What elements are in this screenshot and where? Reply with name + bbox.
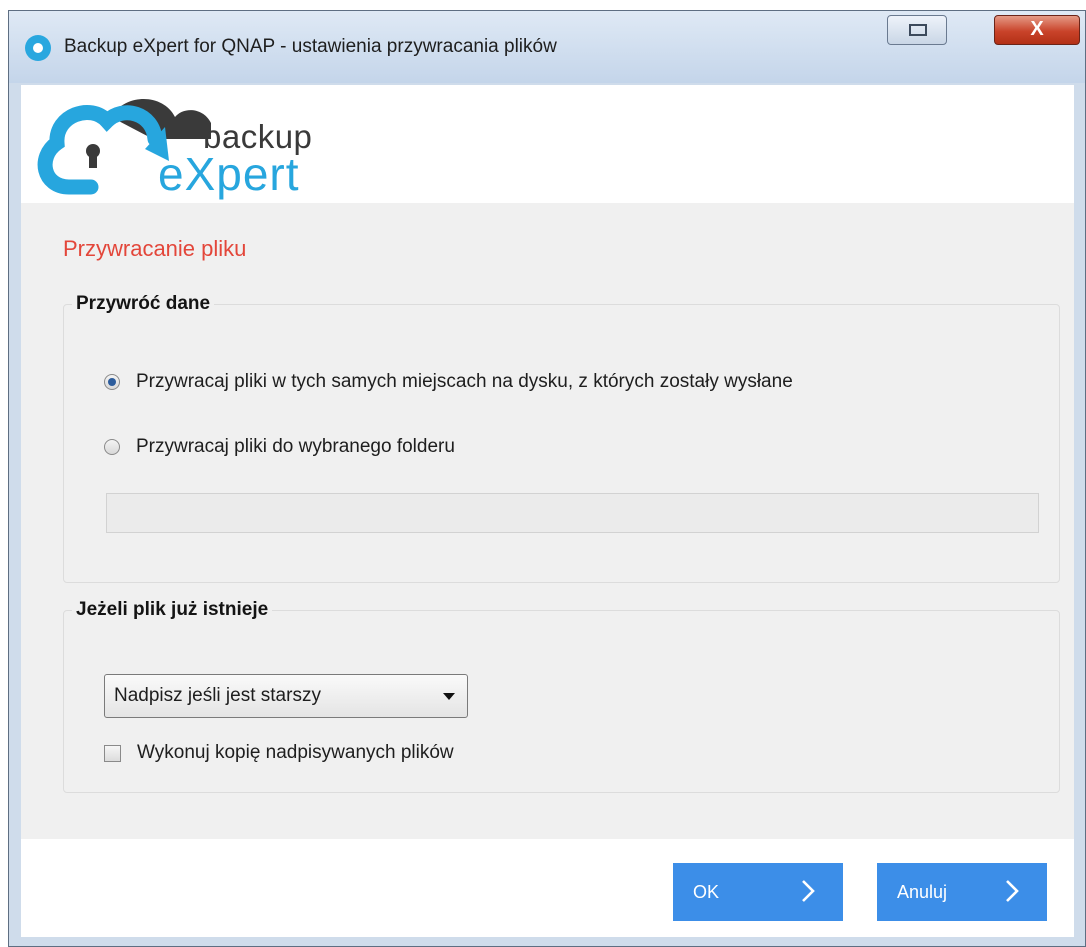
restore-window-icon: [909, 24, 927, 36]
radio-chosen-folder-label[interactable]: Przywracaj pliki do wybranego folderu: [136, 436, 455, 458]
overwrite-mode-select[interactable]: Nadpisz jeśli jest starszy: [104, 674, 468, 718]
restore-data-legend: Przywróć dane: [76, 293, 211, 314]
backup-overwritten-label[interactable]: Wykonuj kopię nadpisywanych plików: [137, 742, 454, 764]
section-title: Przywracanie pliku: [63, 236, 247, 261]
restore-data-group: Przywróć dane Przywracaj pliki w tych sa…: [63, 293, 1060, 583]
cancel-button[interactable]: Anuluj: [877, 863, 1047, 921]
file-exists-legend: Jeżeli plik już istnieje: [76, 599, 269, 620]
radio-same-location-indicator[interactable]: [104, 374, 120, 390]
chevron-right-icon: [1006, 880, 1019, 902]
backup-overwritten-checkbox[interactable]: [104, 744, 121, 762]
logo-header: backup eXpert: [21, 85, 1074, 203]
title-bar[interactable]: Backup eXpert for QNAP - ustawienia przy…: [9, 11, 1085, 83]
logo-text-expert: eXpert: [158, 148, 300, 200]
ok-button[interactable]: OK: [673, 863, 843, 921]
backup-overwritten-checkbox-row[interactable]: Wykonuj kopię nadpisywanych plików: [104, 742, 454, 764]
radio-chosen-folder-indicator[interactable]: [104, 439, 120, 455]
dropdown-arrow-icon: [443, 693, 455, 700]
dialog-content: backup eXpert Przywracanie pliku Przywró…: [21, 85, 1074, 937]
button-bar: OK Anuluj: [21, 839, 1074, 937]
radio-same-location-label[interactable]: Przywracaj pliki w tych samych miejscach…: [136, 371, 793, 393]
cancel-button-label: Anuluj: [897, 882, 948, 902]
settings-panel: Przywracanie pliku Przywróć dane Przywra…: [21, 203, 1074, 839]
window-title: Backup eXpert for QNAP - ustawienia przy…: [64, 36, 557, 57]
radio-same-location[interactable]: Przywracaj pliki w tych samych miejscach…: [104, 371, 793, 393]
restore-settings-window: Backup eXpert for QNAP - ustawienia przy…: [8, 10, 1086, 947]
close-icon: X: [1030, 18, 1044, 40]
folder-path-input[interactable]: [106, 493, 1039, 533]
restore-window-button[interactable]: [887, 15, 947, 45]
chevron-right-icon: [802, 880, 815, 902]
file-exists-group: Jeżeli plik już istnieje Nadpisz jeśli j…: [63, 599, 1060, 793]
overwrite-mode-value: Nadpisz jeśli jest starszy: [114, 685, 321, 706]
radio-chosen-folder[interactable]: Przywracaj pliki do wybranego folderu: [104, 436, 455, 458]
close-button[interactable]: X: [994, 15, 1080, 45]
app-cloud-icon: [25, 35, 51, 61]
ok-button-label: OK: [693, 882, 720, 902]
